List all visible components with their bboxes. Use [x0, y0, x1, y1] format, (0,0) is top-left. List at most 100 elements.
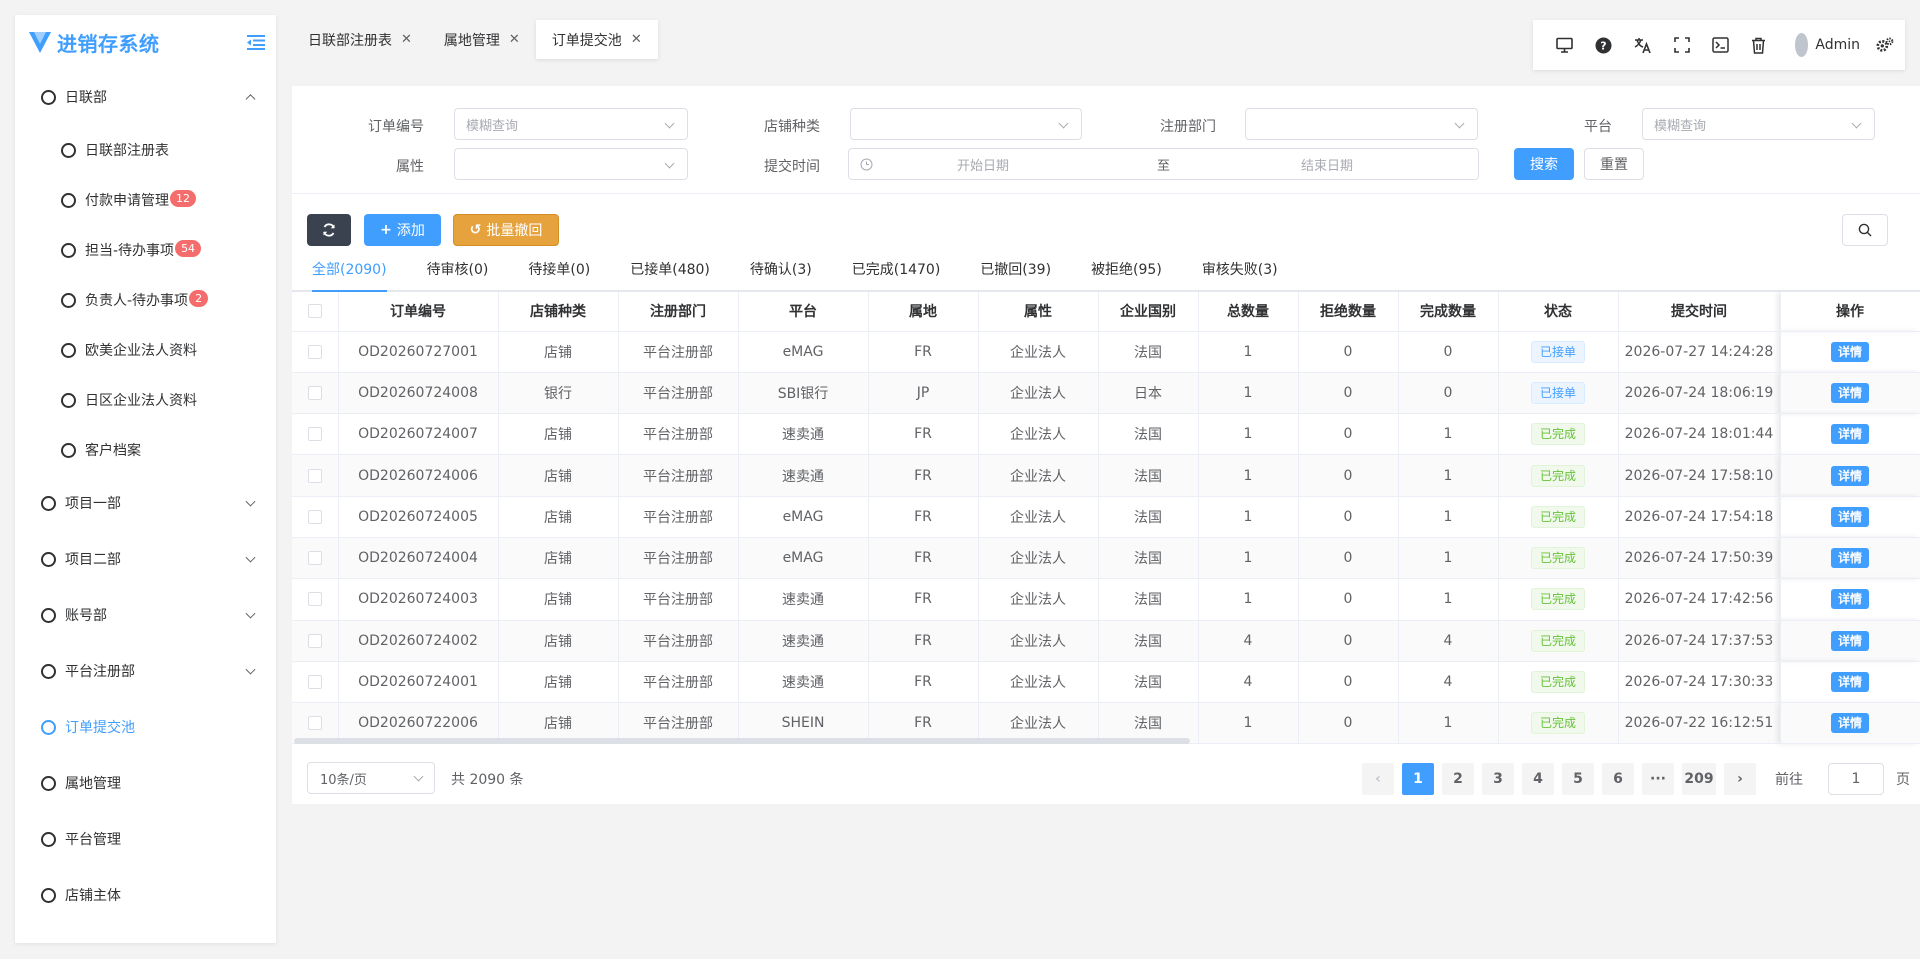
- page-button-5[interactable]: 5: [1562, 763, 1594, 795]
- status-tab-pending-confirm[interactable]: 待确认(3): [750, 254, 832, 290]
- row-select-cell: [292, 413, 339, 456]
- avatar[interactable]: [1795, 33, 1809, 57]
- sidebar-group-platform-reg[interactable]: 平台注册部: [15, 643, 276, 699]
- trash-icon[interactable]: [1751, 36, 1766, 54]
- sidebar-item-assignee-todo[interactable]: 担当-待办事项 54: [15, 225, 276, 275]
- detail-button[interactable]: 详情: [1830, 506, 1869, 527]
- sidebar-item-customers[interactable]: 客户档案: [15, 425, 276, 475]
- help-icon[interactable]: ?: [1595, 36, 1612, 54]
- row-checkbox[interactable]: [307, 509, 322, 524]
- horizontal-scrollbar[interactable]: [294, 738, 1190, 744]
- detail-button[interactable]: 详情: [1830, 589, 1869, 610]
- start-date-placeholder[interactable]: 开始日期: [957, 155, 1009, 174]
- sidebar-item-eu-us-corp[interactable]: 欧美企业法人资料: [15, 325, 276, 375]
- detail-button[interactable]: 详情: [1830, 672, 1869, 693]
- detail-button[interactable]: 详情: [1830, 341, 1869, 362]
- detail-button[interactable]: 详情: [1830, 465, 1869, 486]
- circle-icon: [41, 887, 56, 903]
- goto-page-input[interactable]: 1: [1828, 763, 1884, 795]
- detail-button[interactable]: 详情: [1830, 382, 1869, 403]
- next-page-button[interactable]: ›: [1724, 763, 1756, 795]
- page-button-3[interactable]: 3: [1482, 763, 1514, 795]
- sidebar-group-project1[interactable]: 项目一部: [15, 475, 276, 531]
- row-checkbox[interactable]: [307, 344, 322, 359]
- sidebar-item-payment[interactable]: 付款申请管理 12: [15, 175, 276, 225]
- status-cell: 已接单: [1498, 372, 1619, 415]
- select-all-checkbox[interactable]: [307, 304, 322, 319]
- monitor-icon[interactable]: [1556, 36, 1573, 54]
- row-checkbox[interactable]: [307, 633, 322, 648]
- sidebar-group-account[interactable]: 账号部: [15, 587, 276, 643]
- order-no-input[interactable]: 模糊查询: [454, 108, 688, 140]
- row-checkbox[interactable]: [307, 427, 322, 442]
- page-button-2[interactable]: 2: [1442, 763, 1474, 795]
- table-cell: 0: [1298, 454, 1399, 497]
- batch-revoke-button[interactable]: ↺ 批量撤回: [453, 214, 559, 246]
- row-checkbox[interactable]: [307, 385, 322, 400]
- end-date-placeholder[interactable]: 结束日期: [1301, 155, 1353, 174]
- fullscreen-icon[interactable]: [1674, 36, 1690, 54]
- tab-territory[interactable]: 属地管理 ✕: [428, 20, 536, 59]
- detail-button[interactable]: 详情: [1830, 713, 1869, 734]
- tab-order-pool[interactable]: 订单提交池 ✕: [535, 20, 658, 59]
- detail-button[interactable]: 详情: [1830, 630, 1869, 651]
- page-button-1[interactable]: 1: [1402, 763, 1434, 795]
- row-checkbox[interactable]: [307, 592, 322, 607]
- status-tab-all[interactable]: 全部(2090): [312, 254, 407, 292]
- detail-button[interactable]: 详情: [1830, 548, 1869, 569]
- sidebar-item-order-pool[interactable]: 订单提交池: [15, 699, 276, 755]
- row-select-cell: [292, 537, 339, 580]
- detail-button[interactable]: 详情: [1830, 424, 1869, 445]
- status-badge: 已完成: [1530, 588, 1585, 611]
- tab-registry[interactable]: 日联部注册表 ✕: [292, 20, 428, 59]
- action-cell: 详情: [1780, 702, 1920, 745]
- sidebar-item-manager-todo[interactable]: 负责人-待办事项 2: [15, 275, 276, 325]
- status-tab-pending-accept[interactable]: 待接单(0): [528, 254, 610, 290]
- submit-time-range[interactable]: 开始日期 至 结束日期: [848, 148, 1479, 180]
- more-pages-button[interactable]: ···: [1642, 763, 1674, 795]
- status-tab-completed[interactable]: 已完成(1470): [852, 254, 961, 290]
- user-name[interactable]: Admin: [1815, 37, 1860, 53]
- search-button[interactable]: 搜索: [1514, 148, 1574, 180]
- close-icon[interactable]: ✕: [401, 32, 412, 47]
- close-icon[interactable]: ✕: [509, 32, 520, 47]
- attribute-select[interactable]: [454, 148, 688, 180]
- row-checkbox[interactable]: [307, 716, 322, 731]
- status-tab-accepted[interactable]: 已接单(480): [630, 254, 730, 290]
- add-button[interactable]: + 添加: [364, 214, 441, 246]
- page-button-6[interactable]: 6: [1602, 763, 1634, 795]
- prev-page-button[interactable]: ‹: [1362, 763, 1394, 795]
- settings-gears-icon[interactable]: [1876, 36, 1894, 54]
- sidebar-group-rilianbu[interactable]: 日联部: [15, 69, 276, 125]
- status-tab-review-failed[interactable]: 审核失败(3): [1202, 254, 1298, 290]
- row-checkbox[interactable]: [307, 675, 322, 690]
- status-tab-revoked[interactable]: 已撤回(39): [980, 254, 1071, 290]
- sidebar-item-shop-entity[interactable]: 店铺主体: [15, 867, 276, 923]
- translate-icon[interactable]: [1634, 36, 1652, 54]
- table-cell: 法国: [1098, 661, 1199, 704]
- sidebar-item-registry[interactable]: 日联部注册表: [15, 125, 276, 175]
- sidebar-item-jp-corp[interactable]: 日区企业法人资料: [15, 375, 276, 425]
- page-button-last[interactable]: 209: [1682, 763, 1716, 795]
- terminal-icon[interactable]: [1712, 36, 1729, 54]
- menu-collapse-icon[interactable]: [246, 33, 266, 51]
- reset-button[interactable]: 重置: [1584, 148, 1644, 180]
- column-search-button[interactable]: [1842, 214, 1888, 246]
- close-icon[interactable]: ✕: [631, 32, 642, 47]
- page-size-select[interactable]: 10条/页: [307, 762, 435, 794]
- shop-type-select[interactable]: [850, 108, 1082, 140]
- sidebar-item-platform[interactable]: 平台管理: [15, 811, 276, 867]
- table-cell: 0: [1298, 413, 1399, 456]
- page-button-4[interactable]: 4: [1522, 763, 1554, 795]
- platform-placeholder: 模糊查询: [1654, 118, 1707, 134]
- table-cell: 0: [1298, 537, 1399, 580]
- row-checkbox[interactable]: [307, 468, 322, 483]
- sidebar-item-territory[interactable]: 属地管理: [15, 755, 276, 811]
- row-checkbox[interactable]: [307, 551, 322, 566]
- status-tab-pending-review[interactable]: 待审核(0): [427, 254, 509, 290]
- sidebar-group-project2[interactable]: 项目二部: [15, 531, 276, 587]
- status-tab-rejected[interactable]: 被拒绝(95): [1091, 254, 1182, 290]
- refresh-button[interactable]: [307, 214, 351, 246]
- reg-dept-select[interactable]: [1245, 108, 1478, 140]
- platform-input[interactable]: 模糊查询: [1642, 108, 1875, 140]
